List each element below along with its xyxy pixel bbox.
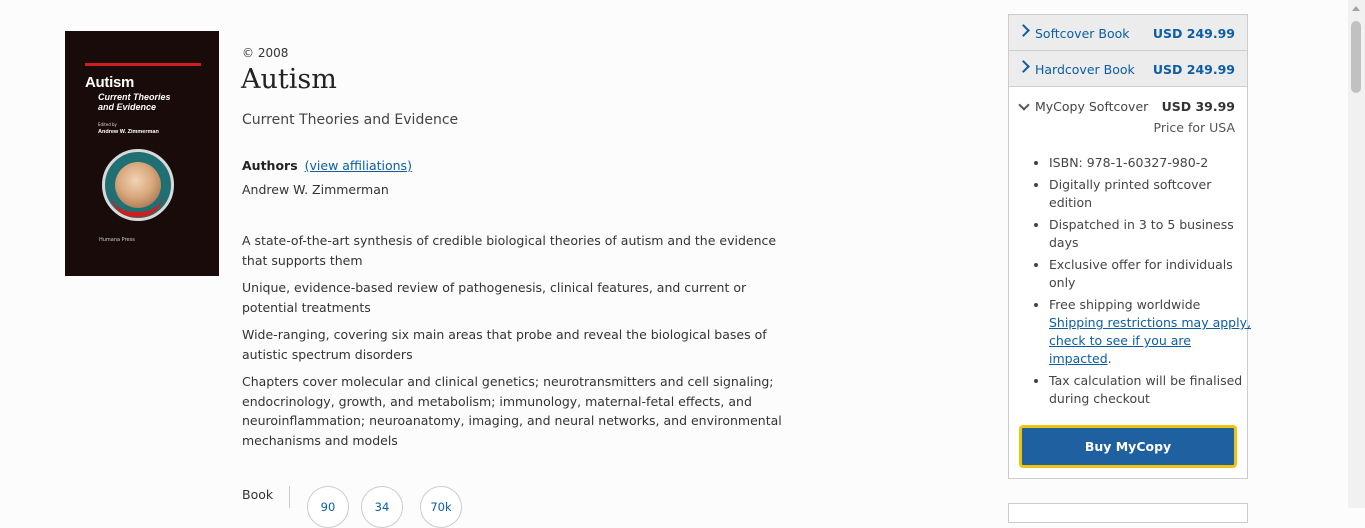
price-region: Price for USA [1153, 120, 1236, 135]
cover-red-bar [85, 63, 201, 66]
cover-subtitle-line-1: Current Theories [98, 92, 171, 102]
feature-shipping: Free shipping worldwide Shipping restric… [1049, 296, 1255, 368]
copyright-year: © 2008 [242, 46, 289, 60]
metric-citations[interactable]: 90 [307, 486, 349, 528]
book-subtitle: Current Theories and Evidence [242, 112, 459, 128]
option-price: USD 39.99 [1161, 99, 1235, 114]
content-type-label: Book [242, 487, 274, 502]
feature-dispatch: Dispatched in 3 to 5 business days [1049, 216, 1255, 252]
cover-publisher: Humana Press [99, 237, 135, 243]
feature-tax: Tax calculation will be finalised during… [1049, 372, 1255, 408]
chevron-right-icon [1017, 24, 1030, 37]
author-name: Andrew W. Zimmerman [242, 182, 389, 197]
option-label: MyCopy Softcover [1035, 99, 1149, 114]
softcover-option[interactable]: Softcover Book USD 249.99 [1009, 15, 1247, 51]
secondary-panel [1008, 503, 1248, 523]
option-label: Softcover Book [1035, 26, 1130, 41]
feature-exclusive: Exclusive offer for individuals only [1049, 256, 1255, 292]
feature-printed: Digitally printed softcover edition [1049, 176, 1255, 212]
cover-red-arc [111, 194, 163, 217]
book-cover-image: Autism Current Theories and Evidence Edi… [65, 31, 219, 276]
option-price: USD 249.99 [1152, 62, 1235, 77]
buy-mycopy-button[interactable]: Buy MyCopy [1019, 425, 1237, 468]
chevron-down-icon [1018, 99, 1030, 111]
hardcover-option[interactable]: Hardcover Book USD 249.99 [1009, 51, 1247, 87]
shipping-restrictions-link[interactable]: Shipping restrictions may apply, check t… [1049, 315, 1251, 366]
purchase-panel: Softcover Book USD 249.99 Hardcover Book… [1008, 14, 1251, 479]
page-title: Autism [241, 64, 337, 95]
chevron-right-icon [1017, 60, 1030, 73]
scrollbar-thumb[interactable] [1351, 21, 1361, 93]
divider [289, 486, 290, 508]
scroll-up-arrow-icon[interactable] [1352, 6, 1360, 11]
feature-isbn: ISBN: 978-1-60327-980-2 [1049, 154, 1255, 172]
highlight-item: A state-of-the-art synthesis of credible… [242, 233, 777, 268]
mycopy-option[interactable]: MyCopy Softcover USD 39.99 Price for USA [1009, 87, 1247, 147]
shipping-period: . [1107, 351, 1112, 366]
highlight-item: Unique, evidence-based review of pathoge… [242, 280, 747, 315]
cover-brain-illustration [102, 149, 174, 221]
page-scrollbar[interactable] [1348, 0, 1365, 508]
highlight-item: Wide-ranging, covering six main areas th… [242, 327, 767, 362]
authors-label: Authors [242, 158, 298, 173]
cover-subtitle: Current Theories and Evidence [98, 92, 171, 112]
highlight-item: Chapters cover molecular and clinical ge… [242, 374, 782, 448]
view-affiliations-link[interactable]: (view affiliations) [305, 158, 412, 173]
cover-author: Andrew W. Zimmerman [98, 129, 159, 135]
metric-mentions[interactable]: 34 [361, 486, 403, 528]
cover-edited-by: Edited by [98, 122, 117, 127]
authors-row: Authors (view affiliations) [242, 158, 412, 173]
option-price: USD 249.99 [1152, 26, 1235, 41]
cover-title: Autism [85, 74, 135, 91]
mycopy-features: ISBN: 978-1-60327-980-2 Digitally printe… [1031, 154, 1255, 412]
option-label: Hardcover Book [1035, 62, 1135, 77]
shipping-text: Free shipping worldwide [1049, 297, 1201, 312]
cover-subtitle-line-2: and Evidence [98, 102, 157, 112]
metric-downloads[interactable]: 70k [420, 486, 462, 528]
book-highlights: A state-of-the-art synthesis of credible… [242, 231, 802, 458]
